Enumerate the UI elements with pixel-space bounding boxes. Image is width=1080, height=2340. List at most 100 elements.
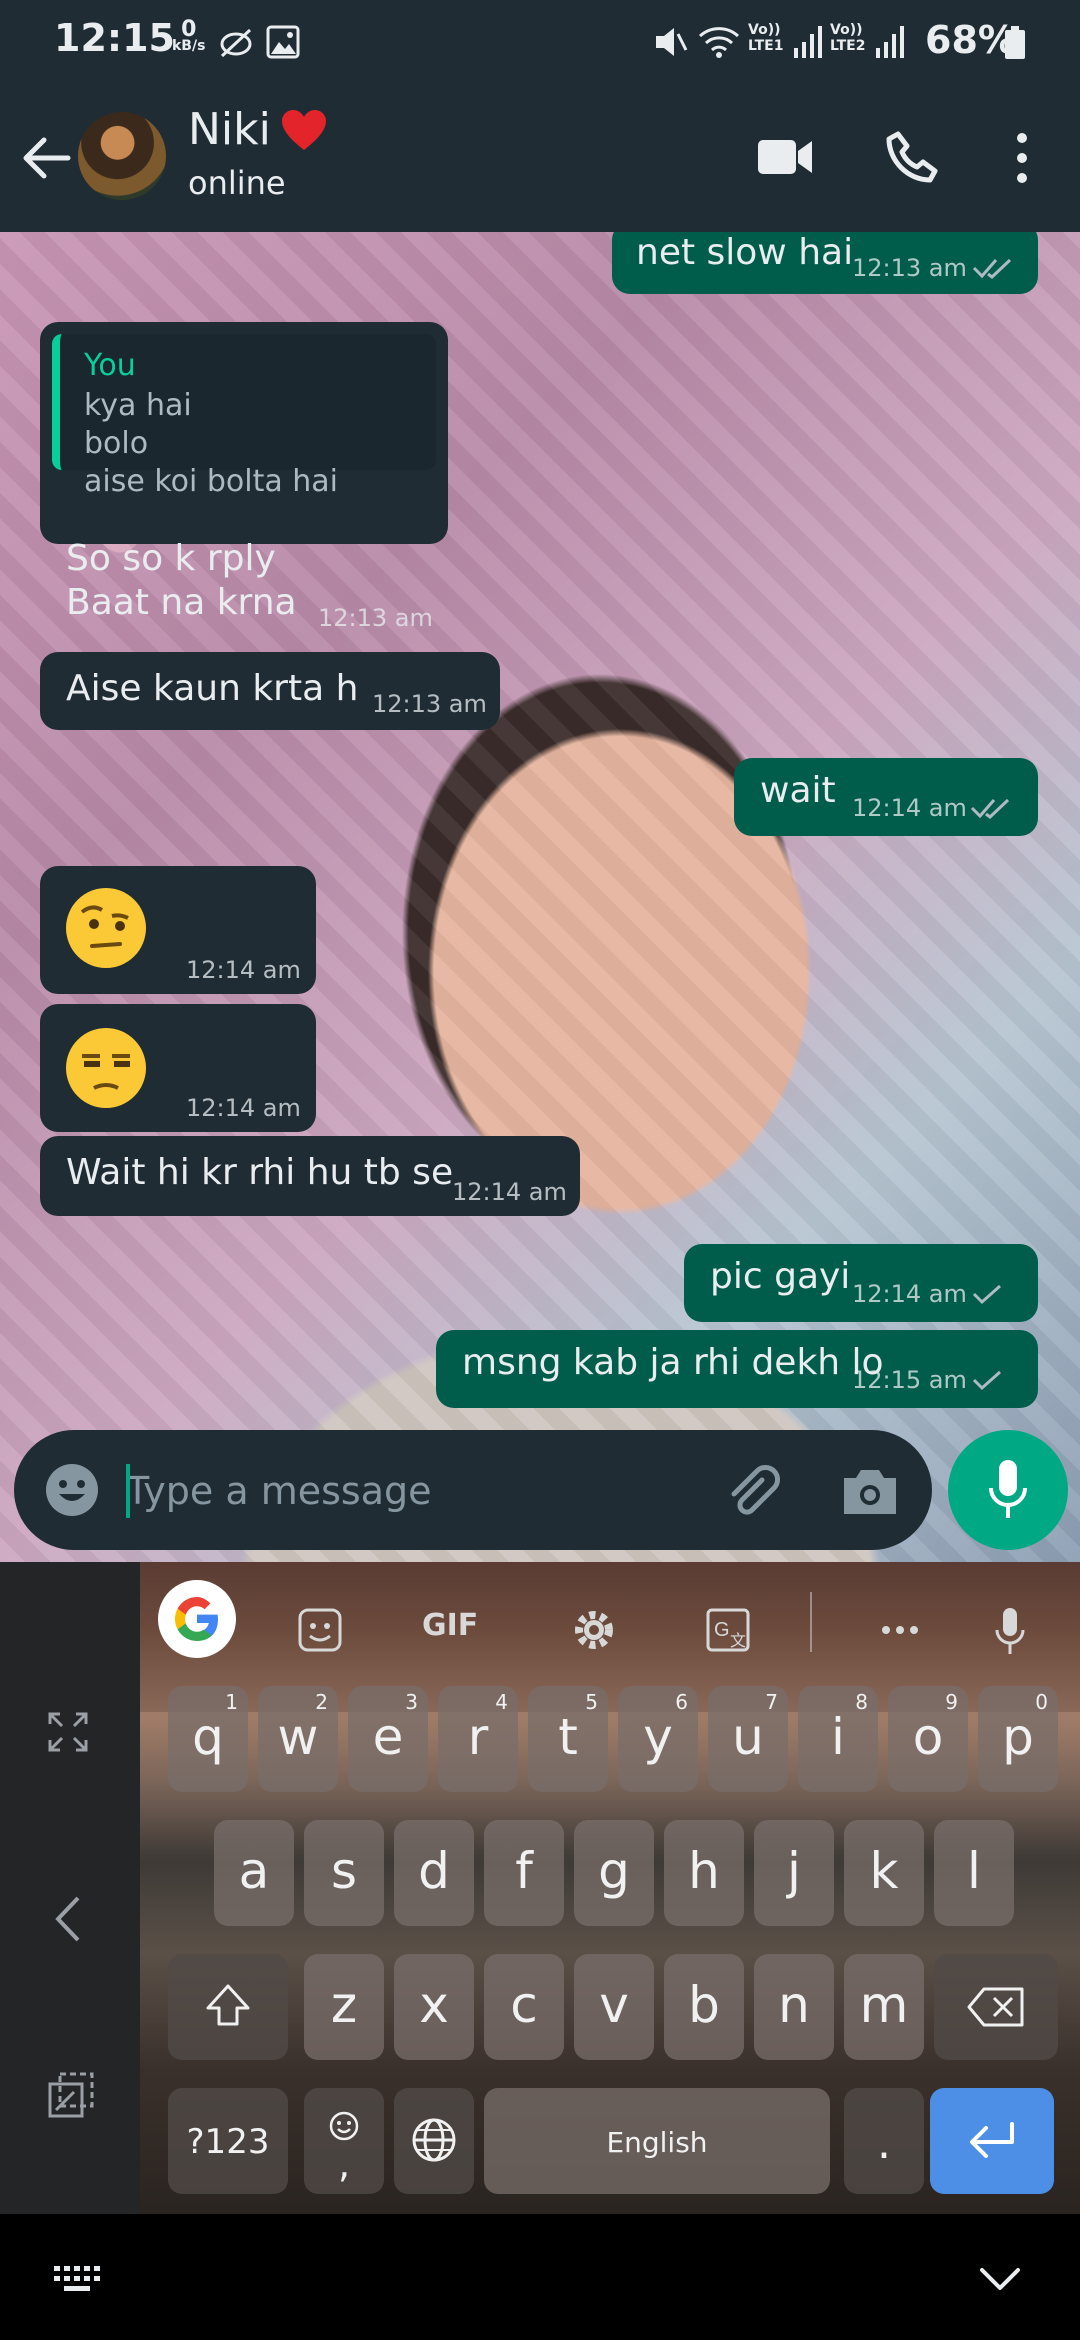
key-m[interactable]: m [844, 1954, 924, 2060]
message-bubble[interactable]: 12:14 am [40, 866, 316, 994]
key-h[interactable]: h [664, 1820, 744, 1926]
more-icon[interactable] [876, 1602, 924, 1658]
message-bubble[interactable]: You kya hai bolo aise koi bolta hai So s… [40, 322, 448, 632]
comma-key[interactable]: , [304, 2088, 384, 2194]
quoted-message[interactable]: You kya hai bolo aise koi bolta hai [52, 334, 436, 499]
key-x[interactable]: x [394, 1954, 474, 2060]
message-bubble[interactable]: Aise kaun krta h 12:13 am [40, 652, 500, 730]
key-w[interactable]: 2w [258, 1686, 338, 1792]
period-key[interactable]: . [844, 2088, 924, 2194]
gear-icon[interactable] [568, 1602, 620, 1658]
chevron-left-icon[interactable] [52, 1894, 84, 1944]
message-time: 12:13 am [372, 690, 487, 718]
language-key[interactable] [394, 2088, 474, 2194]
back-arrow-icon[interactable] [18, 130, 74, 186]
key-g[interactable]: g [574, 1820, 654, 1926]
keyboard-keys-area: GIF G文 1q 2w 3e 4r 5t 6y 7u 8i 9o 0p a s… [140, 1562, 1080, 2214]
backspace-key[interactable] [934, 1954, 1058, 2060]
space-key[interactable]: English [484, 2088, 830, 2194]
key-label: n [778, 1976, 810, 2034]
mic-button[interactable] [948, 1430, 1068, 1550]
key-b[interactable]: b [664, 1954, 744, 2060]
battery-percent: 68% [925, 18, 1016, 62]
key-p[interactable]: 0p [978, 1686, 1058, 1792]
key-n[interactable]: n [754, 1954, 834, 2060]
key-o[interactable]: 9o [888, 1686, 968, 1792]
attach-icon[interactable] [722, 1462, 782, 1522]
signal-icon [794, 26, 822, 58]
key-label: o [912, 1708, 944, 1766]
key-label: z [330, 1976, 358, 2034]
quoted-line: aise koi bolta hai [84, 464, 339, 499]
key-c[interactable]: c [484, 1954, 564, 2060]
google-button[interactable] [158, 1580, 236, 1658]
keyboard-switch-icon[interactable] [52, 2264, 108, 2294]
message-bubble[interactable]: Wait hi kr rhi hu tb se 12:14 am [40, 1136, 580, 1216]
battery-icon [1005, 26, 1025, 59]
symbols-key[interactable]: ?123 [168, 2088, 288, 2194]
backspace-icon [967, 1987, 1024, 2027]
key-f[interactable]: f [484, 1820, 564, 1926]
message-bubble[interactable]: 12:14 am [40, 1004, 316, 1132]
translate-icon[interactable]: G文 [704, 1602, 752, 1658]
enter-key[interactable] [930, 2088, 1054, 2194]
message-composer [14, 1430, 932, 1550]
key-q[interactable]: 1q [168, 1686, 248, 1792]
key-t[interactable]: 5t [528, 1686, 608, 1792]
key-z[interactable]: z [304, 1954, 384, 2060]
key-i[interactable]: 8i [798, 1686, 878, 1792]
shift-icon [206, 1984, 250, 2026]
key-label: q [192, 1708, 224, 1766]
key-s[interactable]: s [304, 1820, 384, 1926]
single-check-icon [972, 1370, 1001, 1391]
message-bubble[interactable]: msng kab ja rhi dekh lo 12:15 am [436, 1330, 1038, 1408]
message-text: msng kab ja rhi dekh lo [462, 1342, 884, 1383]
message-bubble[interactable]: pic gayi 12:14 am [684, 1244, 1038, 1322]
gif-button[interactable]: GIF [422, 1608, 478, 1643]
message-text-line: Baat na krna [66, 582, 297, 623]
message-input[interactable] [124, 1454, 708, 1528]
key-d[interactable]: d [394, 1820, 474, 1926]
key-u[interactable]: 7u [708, 1686, 788, 1792]
quoted-author: You [84, 348, 136, 383]
key-l[interactable]: l [934, 1820, 1014, 1926]
video-call-icon[interactable] [756, 136, 814, 178]
key-label: y [643, 1708, 673, 1766]
chevron-down-icon[interactable] [978, 2266, 1022, 2292]
key-label: t [558, 1708, 578, 1766]
shift-key[interactable] [168, 1954, 288, 2060]
key-j[interactable]: j [754, 1820, 834, 1926]
message-time: 12:13 am [318, 604, 433, 632]
key-y[interactable]: 6y [618, 1686, 698, 1792]
key-label: u [732, 1708, 764, 1766]
key-label: f [515, 1842, 533, 1900]
sim1-label: Vo)) LTE1 [748, 22, 784, 54]
key-label: a [238, 1842, 270, 1900]
key-label: . [877, 2118, 891, 2169]
key-e[interactable]: 3e [348, 1686, 428, 1792]
key-v[interactable]: v [574, 1954, 654, 2060]
message-bubble[interactable]: net slow hai 12:13 am [612, 232, 1038, 294]
chat-header: Niki online [0, 84, 1080, 232]
message-bubble[interactable]: wait 12:14 am [734, 758, 1038, 836]
floating-keyboard-icon[interactable] [46, 2070, 96, 2120]
voice-icon[interactable] [992, 1602, 1028, 1658]
enter-icon [970, 2122, 1014, 2158]
expand-icon[interactable] [46, 1710, 90, 1754]
key-r[interactable]: 4r [438, 1686, 518, 1792]
camera-icon[interactable] [840, 1464, 900, 1518]
key-a[interactable]: a [214, 1820, 294, 1926]
contact-name[interactable]: Niki [188, 104, 271, 155]
key-label: h [688, 1842, 720, 1900]
toolbar-divider [810, 1592, 812, 1652]
heart-icon [282, 110, 326, 150]
key-label: , [337, 2142, 351, 2186]
quoted-line: kya hai [84, 388, 192, 423]
more-options-icon[interactable] [1012, 130, 1032, 186]
sticker-icon[interactable] [296, 1602, 344, 1658]
phone-call-icon[interactable] [884, 130, 940, 186]
key-label: v [599, 1976, 629, 2034]
emoji-icon[interactable] [42, 1460, 102, 1520]
key-k[interactable]: k [844, 1820, 924, 1926]
avatar[interactable] [78, 112, 166, 200]
